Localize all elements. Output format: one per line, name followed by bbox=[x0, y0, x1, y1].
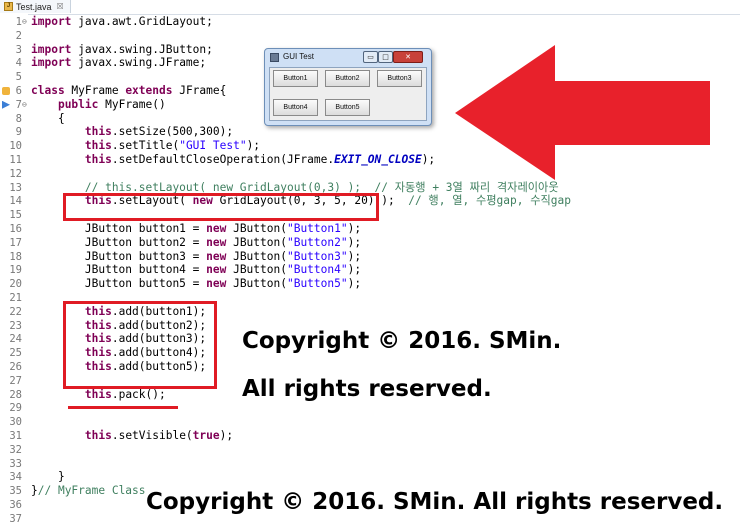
code-text: import javax.swing.JFrame; bbox=[31, 56, 207, 70]
fold-toggle-icon[interactable]: ⊖ bbox=[22, 98, 27, 112]
copyright-footer: Copyright © 2016. SMin. All rights reser… bbox=[146, 489, 728, 515]
code-text: public MyFrame() bbox=[57, 97, 166, 111]
line-number: 15 bbox=[9, 209, 22, 222]
line-number: 30 bbox=[9, 416, 22, 429]
line-number: 17 bbox=[9, 236, 22, 249]
red-arrow-icon bbox=[455, 45, 710, 180]
tab-test-java[interactable]: J Test.java ☒ bbox=[0, 0, 71, 13]
line-number: 24 bbox=[9, 333, 22, 346]
line-number: 29 bbox=[9, 402, 22, 415]
java-app-icon bbox=[270, 53, 279, 62]
code-line[interactable]: 17 JButton button2 = new JButton("Button… bbox=[0, 236, 740, 250]
line-number: 34 bbox=[9, 471, 22, 484]
gui-test-window[interactable]: GUI Test ▭ □ ✕ Button1 Button2 Button3 B… bbox=[264, 48, 432, 126]
code-text: JButton button2 = new JButton("Button2")… bbox=[31, 235, 362, 249]
window-title: GUI Test bbox=[283, 52, 314, 61]
code-line[interactable]: 1 import java.awt.GridLayout; ⊖ bbox=[0, 15, 740, 29]
line-number: 10 bbox=[9, 140, 22, 153]
line-number: 2 bbox=[15, 29, 22, 42]
copyright-line-2: All rights reserved. bbox=[242, 376, 492, 402]
button3[interactable]: Button3 bbox=[377, 70, 422, 87]
line-number: 28 bbox=[9, 388, 22, 401]
line-number: 13 bbox=[9, 181, 22, 194]
line-number: 5 bbox=[15, 71, 22, 84]
line-number: 21 bbox=[9, 292, 22, 304]
code-text: this.setDefaultCloseOperation(JFrame.EXI… bbox=[84, 153, 436, 166]
editor-tab-bar: J Test.java ☒ bbox=[0, 0, 740, 15]
button1[interactable]: Button1 bbox=[273, 70, 318, 87]
code-text: JButton button1 = new JButton("Button1")… bbox=[31, 222, 362, 235]
code-line[interactable]: 2 bbox=[0, 29, 740, 43]
minimize-button[interactable]: ▭ bbox=[363, 51, 378, 63]
button2[interactable]: Button2 bbox=[325, 70, 370, 87]
code-text: } bbox=[31, 470, 65, 484]
code-text: JButton button3 = new JButton("Button3")… bbox=[31, 249, 362, 263]
code-line[interactable]: 18 JButton button3 = new JButton("Button… bbox=[0, 250, 740, 264]
code-line[interactable]: 32 bbox=[0, 443, 740, 457]
line-number: 35 bbox=[9, 485, 22, 498]
code-text: import javax.swing.JButton; bbox=[31, 42, 213, 56]
button5[interactable]: Button5 bbox=[325, 99, 370, 116]
code-line[interactable]: 30 bbox=[0, 415, 740, 429]
code-text: JButton button4 = new JButton("Button4")… bbox=[31, 263, 362, 277]
line-number: 14 bbox=[9, 195, 22, 208]
java-file-icon: J bbox=[4, 2, 13, 11]
line-number: 1 bbox=[15, 16, 22, 28]
line-number: 23 bbox=[9, 319, 22, 332]
code-text: { bbox=[31, 111, 65, 125]
line-number: 18 bbox=[9, 250, 22, 263]
line-number: 27 bbox=[9, 374, 22, 387]
setlayout-highlight-box bbox=[63, 193, 379, 221]
line-number: 4 bbox=[15, 57, 22, 70]
window-content-pane: Button1 Button2 Button3 Button4 Button5 bbox=[269, 67, 427, 121]
line-number: 12 bbox=[9, 167, 22, 180]
line-number: 3 bbox=[15, 43, 22, 56]
code-text: JButton button5 = new JButton("Button5")… bbox=[31, 277, 362, 291]
close-window-button[interactable]: ✕ bbox=[393, 51, 423, 63]
tab-title: Test.java bbox=[16, 1, 52, 12]
line-number: 36 bbox=[9, 499, 22, 511]
window-titlebar[interactable]: GUI Test ▭ □ ✕ bbox=[265, 49, 431, 67]
fold-toggle-icon[interactable]: ⊖ bbox=[22, 15, 27, 29]
code-text: }// MyFrame Class bbox=[31, 484, 146, 498]
close-tab-icon[interactable]: ☒ bbox=[57, 2, 64, 11]
code-line[interactable]: 31 this.setVisible(true); bbox=[0, 429, 740, 443]
code-line[interactable]: 16 JButton button1 = new JButton("Button… bbox=[0, 222, 740, 236]
line-number: 8 bbox=[15, 112, 22, 125]
line-number: 25 bbox=[9, 347, 22, 360]
code-line[interactable]: 19 JButton button4 = new JButton("Button… bbox=[0, 263, 740, 277]
code-line[interactable]: 33 bbox=[0, 457, 740, 471]
line-number: 26 bbox=[9, 361, 22, 373]
code-text: class MyFrame extends JFrame{ bbox=[31, 84, 227, 97]
pack-underline bbox=[68, 406, 178, 409]
code-line[interactable]: 34 } bbox=[0, 470, 740, 484]
maximize-button[interactable]: □ bbox=[378, 51, 393, 63]
code-text: this.pack(); bbox=[84, 387, 166, 401]
line-number: 19 bbox=[9, 264, 22, 277]
copyright-line-1: Copyright © 2016. SMin. bbox=[242, 328, 562, 354]
line-number: 31 bbox=[9, 430, 22, 442]
line-number: 16 bbox=[9, 223, 22, 235]
line-number: 9 bbox=[15, 126, 22, 139]
line-number: 11 bbox=[9, 154, 22, 166]
line-number: 37 bbox=[9, 512, 22, 525]
line-number: 20 bbox=[9, 278, 22, 291]
code-line[interactable]: 20 JButton button5 = new JButton("Button… bbox=[0, 277, 740, 291]
code-text: this.setVisible(true); bbox=[84, 429, 234, 442]
warning-marker-icon[interactable] bbox=[2, 87, 10, 95]
line-number: 22 bbox=[9, 305, 22, 318]
add-calls-highlight-box bbox=[63, 301, 217, 389]
code-text: this.setTitle("GUI Test"); bbox=[84, 139, 261, 153]
line-number: 32 bbox=[9, 443, 22, 456]
code-text: this.setSize(500,300); bbox=[84, 125, 234, 139]
button4[interactable]: Button4 bbox=[273, 99, 318, 116]
code-text: import java.awt.GridLayout; bbox=[31, 15, 213, 28]
line-number: 33 bbox=[9, 457, 22, 470]
